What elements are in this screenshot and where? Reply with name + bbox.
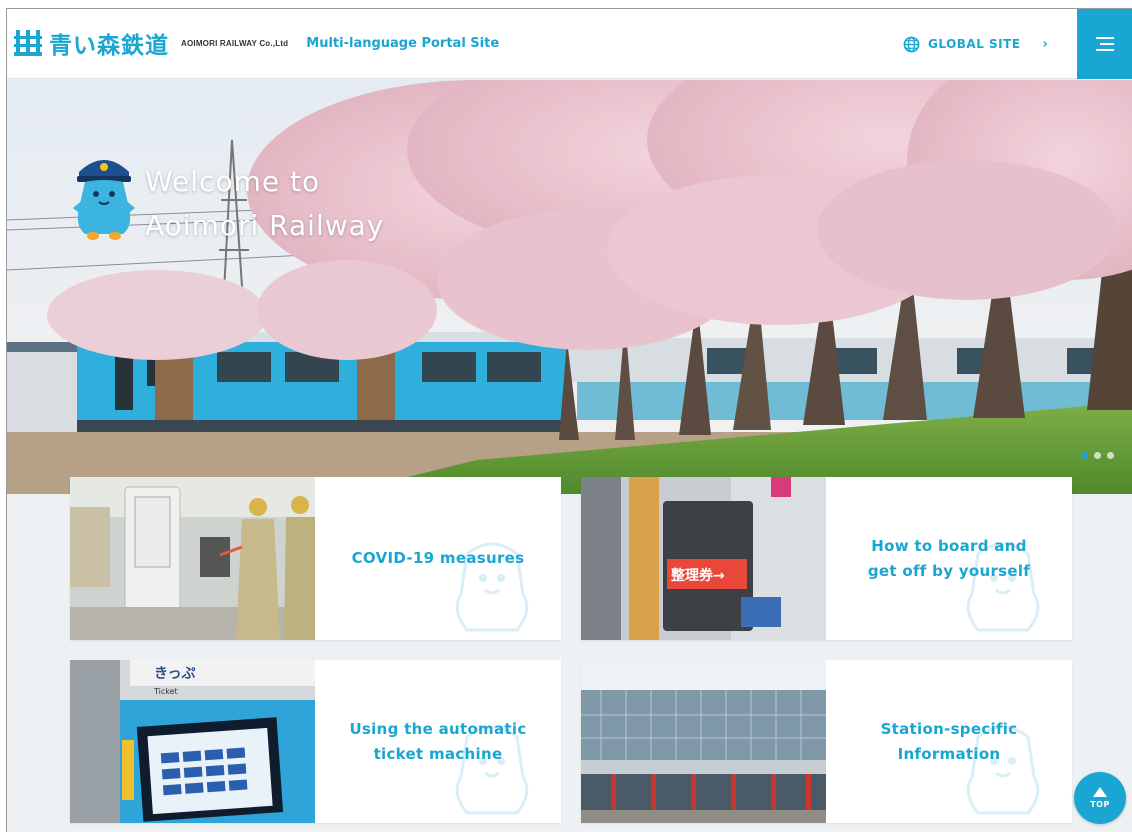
mascot-icon — [73, 160, 135, 240]
welcome-line-2: Aoimori Railway — [145, 209, 385, 242]
ticket-sign-jp: きっぷ — [154, 666, 195, 682]
site-header: 青い森鉄道 AOIMORI RAILWAY Co.,Ltd Multi-lang… — [7, 9, 1132, 79]
global-site-label: GLOBAL SITE — [928, 37, 1021, 51]
card-label-line-2: ticket machine — [373, 744, 503, 763]
card-label-line-1: COVID-19 measures — [351, 549, 525, 567]
card-label-line-1: Station-specific — [880, 719, 1018, 738]
card-label-line-2: Information — [897, 744, 1001, 763]
card-body: Using the automatic ticket machine — [315, 660, 561, 823]
hamburger-icon — [1095, 37, 1114, 51]
card-label-line-1: Using the automatic — [349, 719, 527, 738]
ticket-sign-en: Ticket — [153, 687, 178, 696]
card-label-line-1: How to board and — [871, 536, 1027, 555]
logo-jp-part2: 森 — [97, 33, 121, 59]
card-covid-measures[interactable]: COVID-19 measures — [70, 477, 561, 640]
card-label: COVID-19 measures — [342, 546, 535, 571]
arrow-up-icon — [1093, 787, 1107, 797]
logo-jp-part3: 鉄道 — [121, 33, 169, 59]
hero-slider[interactable]: Welcome to Aoimori Railway — [7, 80, 1132, 494]
slider-dot[interactable] — [1107, 452, 1114, 459]
card-body: How to board and get off by yourself — [826, 477, 1072, 640]
card-how-to-board[interactable]: 整理券→ How to board and get off by yoursel… — [581, 477, 1072, 640]
ticket-sign-text: 整理券→ — [670, 567, 725, 584]
slider-dot[interactable] — [1081, 452, 1088, 459]
card-label: How to board and get off by yourself — [858, 534, 1040, 584]
back-to-top-button[interactable]: TOP — [1074, 772, 1126, 824]
hamburger-menu-button[interactable] — [1077, 9, 1132, 79]
forest-logo-icon — [14, 30, 42, 56]
board-photo: 整理券→ — [581, 477, 826, 640]
page-frame: 青い森鉄道 AOIMORI RAILWAY Co.,Ltd Multi-lang… — [6, 8, 1132, 832]
logo-jp-part1: 青い — [49, 33, 97, 59]
logo-english-name: AOIMORI RAILWAY Co.,Ltd — [181, 38, 289, 48]
slider-dots — [1081, 452, 1114, 459]
card-label: Station-specific Information — [871, 717, 1028, 767]
welcome-line-1: Welcome to — [145, 165, 321, 198]
card-body: Station-specific Information — [826, 660, 1072, 823]
slider-dot[interactable] — [1094, 452, 1101, 459]
hero-welcome-text: Welcome to Aoimori Railway — [145, 160, 384, 248]
portal-title: Multi-language Portal Site — [306, 35, 500, 51]
card-body: COVID-19 measures — [315, 477, 561, 640]
station-photo — [581, 660, 826, 823]
card-label: Using the automatic ticket machine — [339, 717, 536, 767]
covid-photo — [70, 477, 315, 640]
site-logo[interactable]: 青い森鉄道 AOIMORI RAILWAY Co.,Ltd Multi-lang… — [13, 23, 499, 63]
logo-japanese-name: 青い森鉄道 — [49, 26, 169, 60]
hero-image — [7, 80, 1132, 494]
globe-icon — [903, 36, 920, 52]
back-to-top-label: TOP — [1090, 800, 1110, 809]
card-ticket-machine[interactable]: きっぷ Ticket Using the automatic ticket ma… — [70, 660, 561, 823]
global-site-link[interactable]: GLOBAL SITE › — [903, 31, 1048, 57]
card-label-line-2: get off by yourself — [867, 561, 1031, 580]
ticket-machine-photo: きっぷ Ticket — [70, 660, 315, 823]
card-station-information[interactable]: Station-specific Information — [581, 660, 1072, 823]
chevron-right-icon: › — [1042, 36, 1049, 52]
